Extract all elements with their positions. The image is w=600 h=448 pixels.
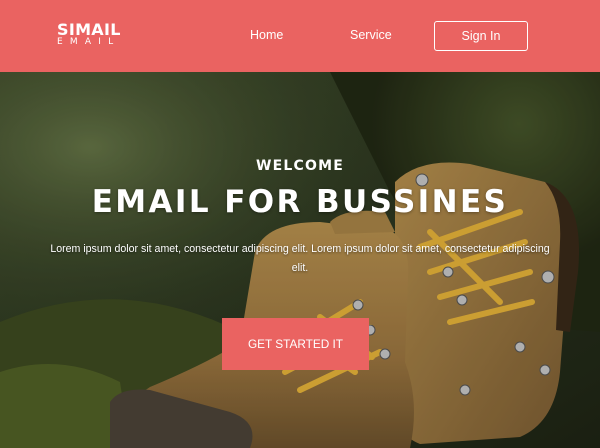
hero-description: Lorem ipsum dolor sit amet, consectetur … [50, 243, 550, 274]
nav-home-link[interactable]: Home [250, 28, 283, 42]
hero-headline: EMAIL FOR BUSSINES [91, 184, 509, 220]
logo[interactable]: SIMAIL EMAIL [57, 21, 121, 47]
sign-in-button[interactable]: Sign In [434, 21, 528, 51]
get-started-button[interactable]: GET STARTED IT [222, 318, 369, 370]
logo-subtitle: EMAIL [57, 37, 121, 47]
nav-service-link[interactable]: Service [350, 28, 392, 42]
logo-title: SIMAIL [57, 20, 121, 39]
welcome-label: WELCOME [256, 158, 344, 174]
site-header: SIMAIL EMAIL Home Service Sign In [0, 0, 600, 72]
